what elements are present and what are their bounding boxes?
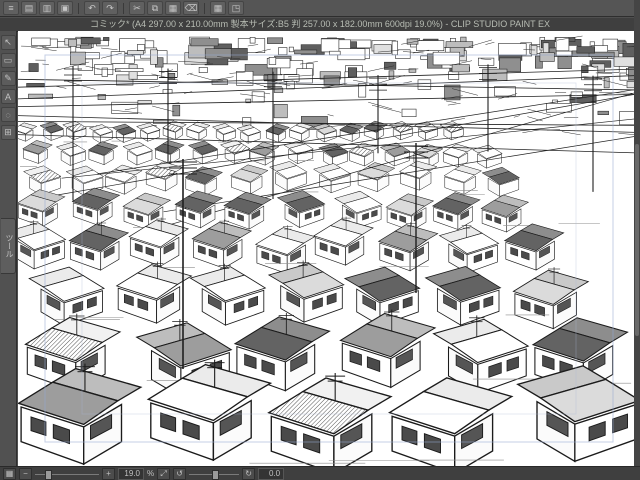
grid-toggle-icon[interactable]: ▦ <box>210 1 226 15</box>
palette-tab-label: ツール <box>5 234 14 258</box>
document-title: コミック* (A4 297.00 x 210.00mm 製本サイズ:B5 判 2… <box>90 19 550 29</box>
clip-studio-paint-window: ≡ ▤ ▥ ▣ ↶ ↷ ✂ ⧉ ▦ ⌫ ▦ ◳ コミック* (A4 297.00 x 210.00mm… <box>0 0 640 480</box>
status-bar: ▦ − + 19.0 % ⤢ ↺ ↻ 0.0 <box>0 466 640 480</box>
save-file-icon[interactable]: ▣ <box>57 1 73 15</box>
main-menu-icon[interactable]: ≡ <box>3 1 19 15</box>
fit-to-screen-button[interactable]: ⤢ <box>157 467 171 480</box>
marquee-select-icon[interactable]: ▭ <box>0 53 16 68</box>
rotation-slider-thumb[interactable] <box>212 469 220 480</box>
redo-icon[interactable]: ↷ <box>102 1 118 15</box>
zoom-out-button[interactable]: − <box>19 467 32 480</box>
zoom-slider[interactable] <box>35 469 99 480</box>
copy-icon[interactable]: ⧉ <box>147 1 163 15</box>
grid-tool-icon[interactable]: ⊞ <box>0 125 16 140</box>
new-canvas-icon[interactable]: ▤ <box>21 1 37 15</box>
delete-icon[interactable]: ⌫ <box>183 1 199 15</box>
zoom-unit: % <box>147 469 155 478</box>
comic-page-artwork[interactable] <box>18 31 640 466</box>
toolbar-separator <box>78 2 79 14</box>
rotate-right-button[interactable]: ↻ <box>242 467 256 480</box>
paste-icon[interactable]: ▦ <box>165 1 181 15</box>
undo-icon[interactable]: ↶ <box>84 1 100 15</box>
vertical-scrollbar[interactable] <box>634 0 640 480</box>
vertical-scrollbar-thumb[interactable] <box>635 144 639 336</box>
zoom-slider-thumb[interactable] <box>45 469 52 480</box>
zoom-value: 19.0 <box>118 467 144 480</box>
rotation-slider[interactable] <box>189 469 240 480</box>
rotation-value: 0.0 <box>258 467 285 480</box>
text-tool-icon[interactable]: A <box>0 89 16 104</box>
eyedropper-tool-icon[interactable]: ◌ <box>0 107 16 122</box>
document-title-bar: コミック* (A4 297.00 x 210.00mm 製本サイズ:B5 判 2… <box>0 18 640 32</box>
open-file-icon[interactable]: ▥ <box>39 1 55 15</box>
canvas-viewport[interactable] <box>18 31 640 466</box>
pen-tool-icon[interactable]: ✎ <box>0 71 16 86</box>
toolbar-separator <box>123 2 124 14</box>
collapsed-palette-tab[interactable]: ツール <box>1 218 16 274</box>
rotate-left-button[interactable]: ↺ <box>173 467 187 480</box>
cut-icon[interactable]: ✂ <box>129 1 145 15</box>
snap-toggle-icon[interactable]: ◳ <box>228 1 244 15</box>
toolbar-separator <box>204 2 205 14</box>
navigator-icon[interactable]: ▦ <box>3 467 16 480</box>
command-bar: ≡ ▤ ▥ ▣ ↶ ↷ ✂ ⧉ ▦ ⌫ ▦ ◳ <box>0 0 640 17</box>
select-arrow-icon[interactable]: ↖ <box>0 35 16 50</box>
zoom-in-button[interactable]: + <box>102 467 115 480</box>
